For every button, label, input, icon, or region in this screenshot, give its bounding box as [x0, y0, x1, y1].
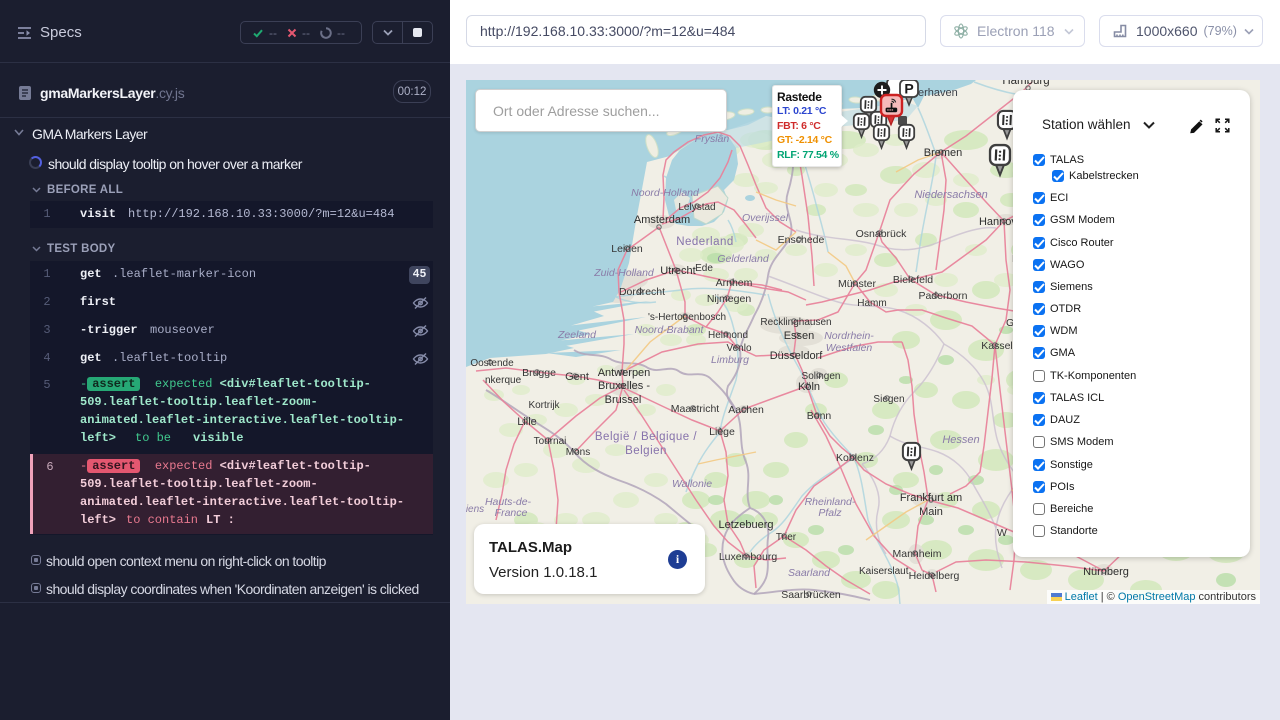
- svg-text:Bremen: Bremen: [924, 147, 963, 159]
- svg-text:erhaven: erhaven: [918, 87, 958, 99]
- svg-text:Gent: Gent: [565, 371, 589, 383]
- svg-text:'s-Hertogenbosch: 's-Hertogenbosch: [648, 312, 726, 323]
- svg-text:Brugge: Brugge: [522, 367, 556, 379]
- svg-text:Siegen: Siegen: [873, 394, 904, 405]
- svg-text:Zuid-Holland: Zuid-Holland: [593, 267, 655, 279]
- svg-text:Gelderland: Gelderland: [717, 253, 770, 265]
- svg-text:Hamburg: Hamburg: [1002, 80, 1049, 87]
- svg-text:Köln: Köln: [798, 381, 820, 393]
- svg-text:Zeeland: Zeeland: [557, 329, 597, 341]
- svg-text:Venlo: Venlo: [726, 343, 751, 354]
- svg-text:Mons: Mons: [566, 447, 590, 458]
- svg-text:Amsterdam: Amsterdam: [634, 214, 690, 226]
- svg-text:Noord-Holland: Noord-Holland: [631, 187, 700, 199]
- svg-text:Enschede: Enschede: [778, 234, 825, 246]
- svg-text:Antwerpen: Antwerpen: [598, 367, 651, 379]
- svg-text:iens: iens: [466, 504, 484, 515]
- svg-text:Liège: Liège: [709, 426, 735, 438]
- svg-text:Dordrecht: Dordrecht: [619, 286, 665, 298]
- svg-text:Brussel: Brussel: [605, 394, 642, 406]
- svg-text:Düsseldorf: Düsseldorf: [770, 350, 824, 362]
- svg-text:Nordrhein-: Nordrhein-: [824, 330, 874, 342]
- svg-text:P: P: [904, 81, 913, 97]
- svg-text:Oostende: Oostende: [470, 358, 514, 369]
- svg-text:Limburg: Limburg: [711, 354, 749, 366]
- svg-text:Trier: Trier: [776, 532, 797, 543]
- svg-text:Bruxelles -: Bruxelles -: [598, 380, 650, 392]
- svg-text:Heidelberg: Heidelberg: [909, 570, 960, 582]
- svg-text:Arnhem: Arnhem: [716, 277, 753, 289]
- svg-text:Wallonie: Wallonie: [672, 478, 712, 490]
- svg-text:W: W: [997, 527, 1007, 539]
- svg-text:Belgien: Belgien: [625, 445, 667, 457]
- svg-text:Saarland: Saarland: [788, 567, 831, 579]
- svg-text:Aachen: Aachen: [728, 404, 764, 416]
- svg-text:Helmond: Helmond: [708, 330, 748, 341]
- svg-text:Pfalz: Pfalz: [818, 507, 842, 519]
- svg-text:Utrecht: Utrecht: [660, 265, 695, 277]
- svg-text:Solingen: Solingen: [802, 371, 841, 382]
- svg-text:Fryslân: Fryslân: [695, 133, 730, 145]
- svg-text:Bonn: Bonn: [807, 410, 832, 422]
- svg-text:Noord-Brabant: Noord-Brabant: [635, 324, 705, 336]
- svg-text:Kassel: Kassel: [981, 340, 1013, 352]
- svg-text:België / Belgique /: België / Belgique /: [595, 431, 698, 443]
- svg-text:Bielefeld: Bielefeld: [893, 274, 933, 286]
- svg-text:Luxembourg: Luxembourg: [719, 551, 778, 563]
- svg-text:Nederland: Nederland: [676, 236, 734, 248]
- svg-text:France: France: [495, 507, 528, 519]
- svg-text:Lelystad: Lelystad: [678, 202, 715, 213]
- svg-text:Main: Main: [919, 506, 943, 518]
- svg-text:Mannheim: Mannheim: [892, 548, 941, 560]
- svg-text:Osnabrück: Osnabrück: [856, 228, 908, 240]
- svg-text:Kortrijk: Kortrijk: [528, 400, 560, 411]
- svg-text:Hamm: Hamm: [857, 298, 886, 309]
- svg-text:Leiden: Leiden: [611, 243, 643, 255]
- svg-text:Lille: Lille: [517, 416, 537, 428]
- svg-text:Saarbrücken: Saarbrücken: [781, 589, 841, 601]
- svg-text:Münster: Münster: [838, 278, 876, 290]
- svg-text:Essen: Essen: [784, 330, 815, 342]
- svg-text:Hessen: Hessen: [942, 434, 979, 446]
- svg-text:Frankfurt am: Frankfurt am: [900, 492, 962, 504]
- svg-text:Recklinghausen: Recklinghausen: [760, 317, 831, 328]
- svg-text:Paderborn: Paderborn: [918, 290, 967, 302]
- svg-text:Overijssel: Overijssel: [742, 212, 789, 224]
- svg-text:Maastricht: Maastricht: [671, 403, 720, 415]
- svg-text:Nürnberg: Nürnberg: [1083, 566, 1129, 578]
- svg-text:Tournai: Tournai: [534, 436, 567, 447]
- svg-text:Koblenz: Koblenz: [836, 452, 874, 464]
- svg-text:nkerque: nkerque: [485, 375, 522, 386]
- svg-text:Letzebuerg: Letzebuerg: [718, 519, 773, 531]
- svg-text:Westfalen: Westfalen: [826, 342, 873, 354]
- svg-text:Niedersachsen: Niedersachsen: [914, 189, 987, 201]
- svg-text:Kaiserslaut: Kaiserslaut: [859, 566, 909, 577]
- svg-text:Ede: Ede: [695, 263, 713, 274]
- svg-text:Nijmegen: Nijmegen: [707, 293, 752, 305]
